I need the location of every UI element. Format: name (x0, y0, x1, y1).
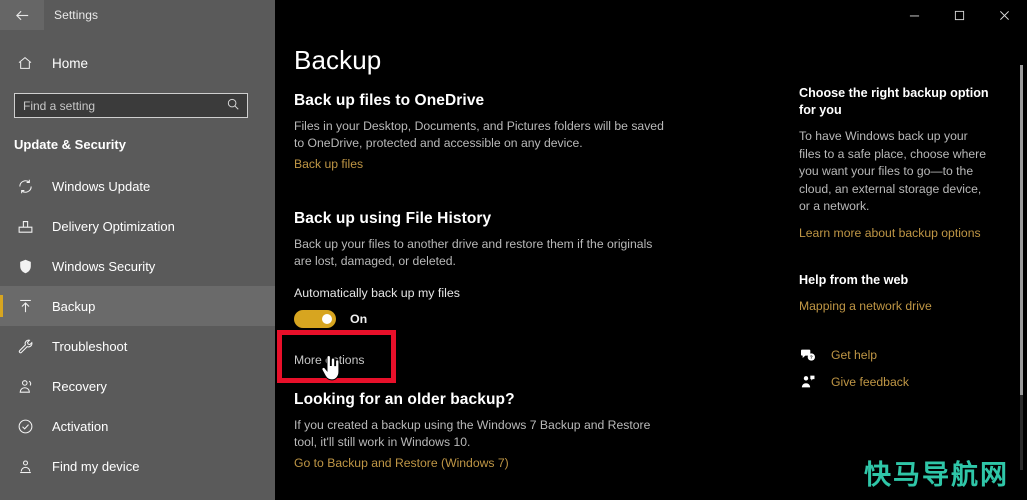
minimize-icon (909, 15, 920, 16)
sidebar-item-troubleshoot[interactable]: Troubleshoot (0, 326, 275, 366)
sidebar-item-label: Windows Update (52, 178, 151, 194)
shield-icon (14, 255, 36, 277)
help-actions: ? Get help Give feedback (799, 341, 991, 395)
help-block-backup-option: Choose the right backup option for you T… (799, 85, 991, 242)
close-button[interactable] (982, 0, 1027, 30)
toggle-state-label: On (350, 312, 368, 326)
sidebar-nav-list: Windows Update Delivery Optimization Win… (0, 166, 275, 486)
sidebar-item-label: Backup (52, 298, 96, 314)
recovery-icon (14, 375, 36, 397)
wrench-icon (14, 335, 36, 357)
sidebar-item-windows-update[interactable]: Windows Update (0, 166, 275, 206)
search-box[interactable] (14, 93, 248, 118)
help-block-heading: Choose the right backup option for you (799, 86, 989, 117)
sidebar-item-label: Troubleshoot (52, 338, 128, 354)
learn-more-backup-options-link[interactable]: Learn more about backup options (799, 226, 981, 240)
toggle-caption: Automatically back up my files (294, 286, 460, 300)
section-file-history: Back up using File History Back up your … (294, 210, 714, 369)
mapping-network-drive-link[interactable]: Mapping a network drive (799, 299, 932, 313)
more-options-link[interactable]: More options (294, 353, 364, 367)
sidebar-item-label: Windows Security (52, 258, 156, 274)
maximize-icon (954, 10, 965, 20)
sync-icon (14, 175, 36, 197)
give-feedback-row[interactable]: Give feedback (799, 368, 991, 395)
get-help-label: Get help (831, 347, 878, 362)
close-icon (1000, 10, 1009, 20)
sidebar-item-delivery-optimization[interactable]: Delivery Optimization (0, 206, 275, 246)
sidebar-home-label: Home (52, 55, 89, 71)
feedback-person-icon (799, 373, 817, 391)
scrollbar-thumb[interactable] (1020, 65, 1023, 395)
svg-text:?: ? (810, 354, 813, 359)
auto-backup-toggle[interactable] (294, 310, 336, 328)
title-bar-left: Settings (0, 0, 275, 30)
settings-window: Settings Home Find a setting Update & Se… (0, 0, 1027, 500)
section-body: If you created a backup using the Window… (294, 418, 651, 449)
main-content: Backup Back up files to OneDrive Files i… (275, 30, 1027, 500)
window-controls (275, 0, 1027, 30)
search-input[interactable] (14, 93, 248, 118)
section-heading: Back up files to OneDrive (294, 92, 485, 109)
delivery-box-icon (14, 215, 36, 237)
go-to-backup-restore-link[interactable]: Go to Backup and Restore (Windows 7) (294, 456, 509, 470)
sidebar-item-label: Activation (52, 418, 109, 434)
section-body: Files in your Desktop, Documents, and Pi… (294, 119, 664, 150)
help-panel-spacer (799, 242, 991, 272)
give-feedback-label: Give feedback (831, 374, 909, 389)
back-arrow-icon (15, 10, 28, 20)
sidebar-item-label: Recovery (52, 378, 107, 394)
title-bar: Settings (0, 0, 1027, 30)
sidebar-item-label: Delivery Optimization (52, 218, 175, 234)
sidebar-item-recovery[interactable]: Recovery (0, 366, 275, 406)
sidebar: Home Update & Security (0, 30, 275, 500)
toggle-knob (322, 314, 332, 324)
sidebar-item-home[interactable]: Home (0, 46, 275, 80)
section-heading: Back up using File History (294, 210, 492, 227)
sidebar-item-windows-security[interactable]: Windows Security (0, 246, 275, 286)
minimize-button[interactable] (892, 0, 937, 30)
window-title: Settings (54, 8, 99, 22)
help-panel: Choose the right backup option for you T… (799, 85, 991, 315)
get-help-row[interactable]: ? Get help (799, 341, 991, 368)
maximize-button[interactable] (937, 0, 982, 30)
question-bubble-icon: ? (799, 346, 817, 364)
back-button[interactable] (0, 0, 44, 30)
section-older-backup: Looking for an older backup? If you crea… (294, 391, 714, 472)
check-circle-icon (14, 415, 36, 437)
sidebar-item-find-my-device[interactable]: Find my device (0, 446, 275, 486)
help-block-web: Help from the web Mapping a network driv… (799, 272, 991, 315)
help-block-body: To have Windows back up your files to a … (799, 129, 986, 213)
sidebar-item-backup[interactable]: Backup (0, 286, 275, 326)
help-block-heading: Help from the web (799, 272, 909, 287)
section-heading: Looking for an older backup? (294, 391, 515, 408)
upload-arrow-icon (14, 295, 36, 317)
auto-backup-toggle-row: On (294, 309, 714, 329)
back-up-files-link[interactable]: Back up files (294, 157, 363, 171)
main-column: Back up files to OneDrive Files in your … (294, 92, 714, 472)
home-icon (14, 52, 36, 74)
person-pin-icon (14, 455, 36, 477)
sidebar-group-title: Update & Security (14, 137, 126, 152)
section-body: Back up your files to another drive and … (294, 237, 653, 268)
sidebar-item-activation[interactable]: Activation (0, 406, 275, 446)
section-onedrive: Back up files to OneDrive Files in your … (294, 92, 714, 173)
page-title: Backup (294, 45, 382, 75)
sidebar-item-label: Find my device (52, 458, 140, 474)
